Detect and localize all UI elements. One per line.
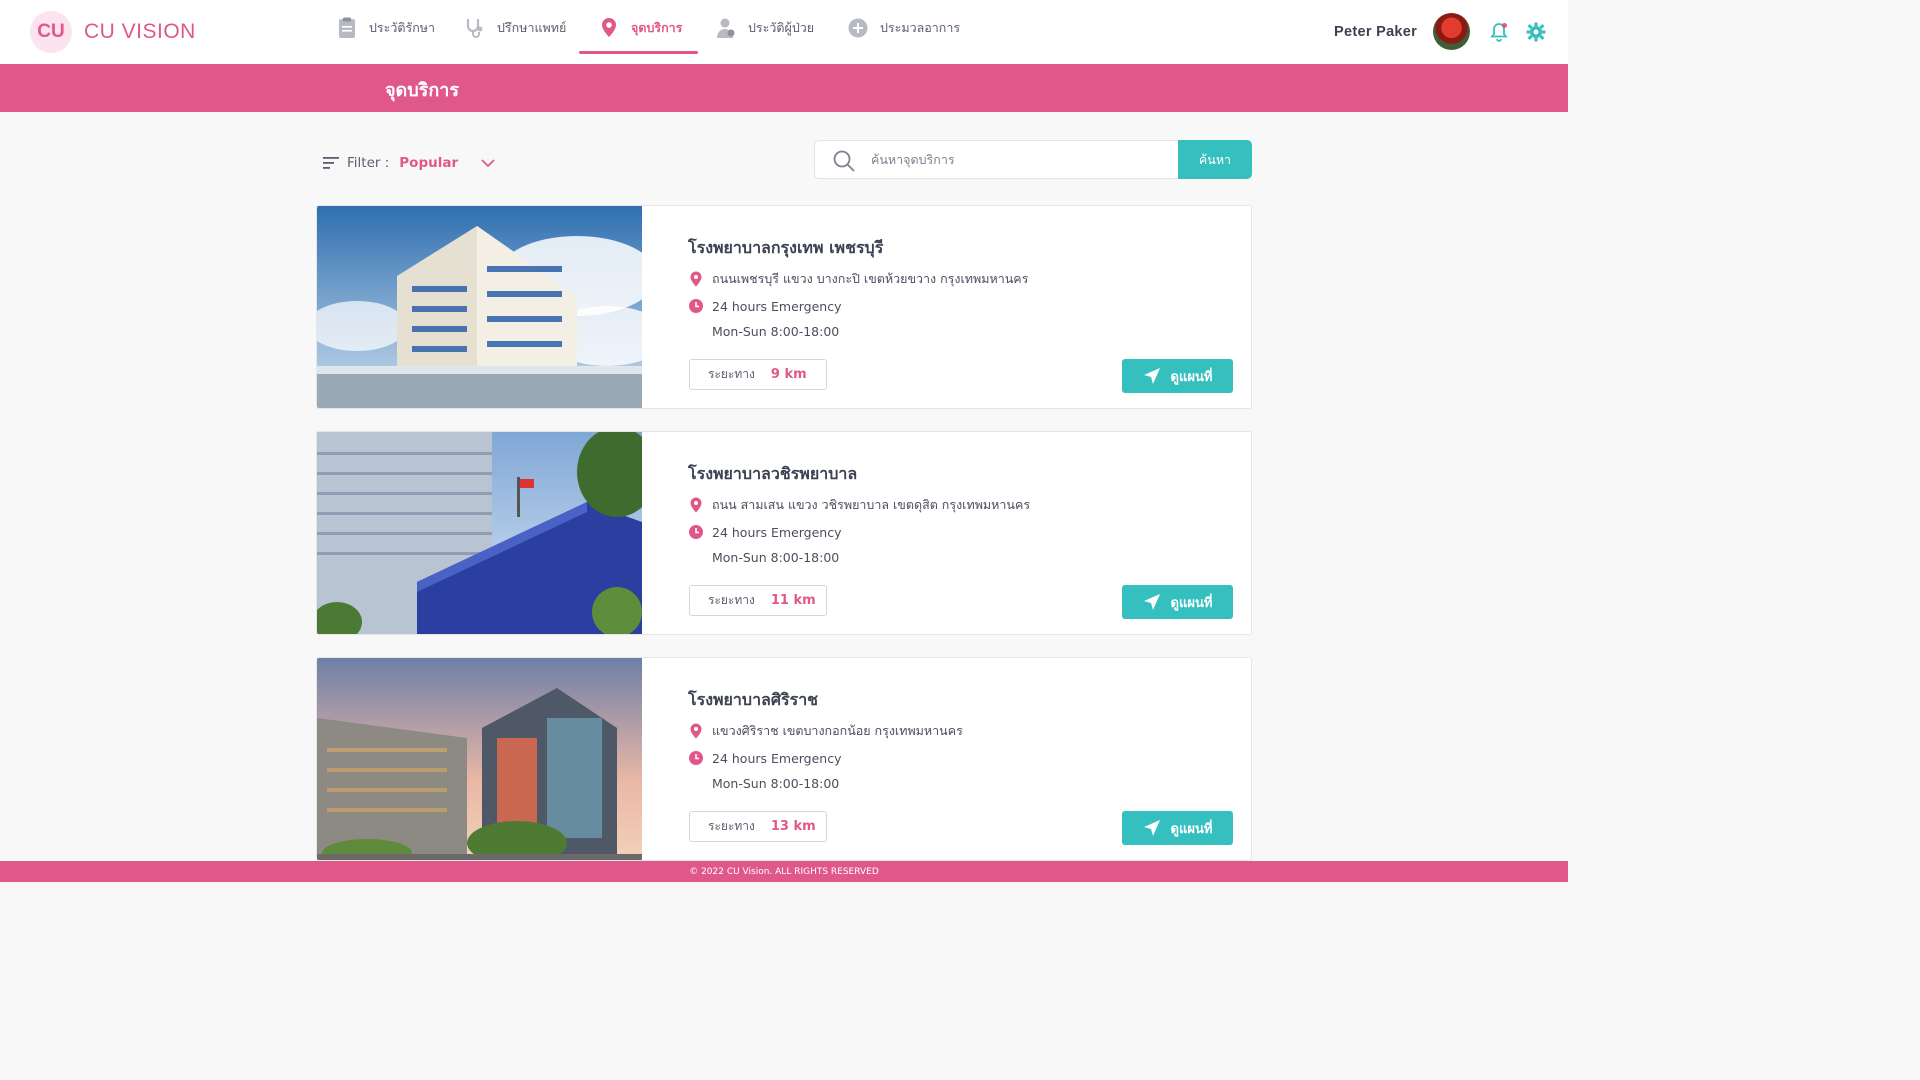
distance-label: ระยะทาง [708, 819, 755, 833]
nav-label: ปรึกษาแพทย์ [497, 20, 567, 35]
hospital-photo[interactable] [317, 206, 642, 409]
address-row: ถนน สามเสน แขวง วชิรพยาบาล เขตดุสิต กรุง… [688, 495, 1030, 515]
view-map-label: ดูแผนที่ [1170, 821, 1213, 837]
nav-item-symptom-processing[interactable]: ประมวลอาการ [848, 0, 960, 56]
clock-icon [689, 751, 703, 765]
location-pin-icon [690, 271, 702, 287]
distance-label: ระยะทาง [708, 593, 755, 607]
page-banner: จุดบริการ [0, 64, 1568, 112]
plus-circle-icon [848, 18, 868, 38]
distance-badge: ระยะทาง 13 km [689, 811, 827, 842]
service-hours-weekly: Mon-Sun 8:00-18:00 [712, 776, 840, 791]
top-navbar: CU CU VISION ประวัติรักษา ปรึกษาแพทย์ จุ… [0, 0, 1568, 64]
avatar[interactable] [1433, 13, 1470, 50]
service-name[interactable]: โรงพยาบาลวชิรพยาบาล [688, 462, 857, 487]
user-name[interactable]: Peter Paker [1334, 24, 1417, 40]
distance-label: ระยะทาง [708, 367, 755, 381]
navigation-arrow-icon [1143, 368, 1160, 384]
nav-item-service-points[interactable]: จุดบริการ [599, 0, 682, 56]
service-address: ถนน สามเสน แขวง วชิรพยาบาล เขตดุสิต กรุง… [712, 497, 1031, 512]
navigation-arrow-icon [1143, 594, 1160, 610]
service-hours: 24 hours Emergency [712, 298, 842, 314]
logo-badge[interactable]: CU [30, 11, 72, 53]
nav-label: จุดบริการ [631, 20, 683, 35]
filter-dropdown[interactable]: Filter : Popular [323, 155, 496, 171]
service-hours: 24 hours Emergency [712, 524, 842, 540]
search-icon [833, 150, 855, 172]
gear-icon[interactable] [1526, 22, 1546, 42]
service-card: โรงพยาบาลวชิรพยาบาล ถนน สามเสน แขวง วชิร… [316, 431, 1252, 635]
hours-row: 24 hours Emergency [688, 524, 842, 540]
view-map-button[interactable]: ดูแผนที่ [1122, 585, 1233, 619]
filter-lines-icon [323, 157, 339, 169]
view-map-button[interactable]: ดูแผนที่ [1122, 359, 1233, 393]
clock-icon [689, 525, 703, 539]
nav-label: ประมวลอาการ [880, 20, 961, 35]
nav-item-treatment-history[interactable]: ประวัติรักษา [337, 0, 435, 56]
view-map-label: ดูแผนที่ [1170, 369, 1213, 385]
location-pin-icon [690, 723, 702, 739]
service-address: แขวงศิริราช เขตบางกอกน้อย กรุงเทพมหานคร [712, 723, 963, 738]
service-card: โรงพยาบาลศิริราช แขวงศิริราช เขตบางกอกน้… [316, 657, 1252, 861]
distance-value: 13 km [770, 819, 816, 834]
active-tab-indicator [579, 51, 698, 54]
clipboard-icon [339, 17, 355, 38]
nav-label: ประวัติรักษา [369, 20, 436, 35]
stethoscope-icon [466, 19, 483, 38]
hospital-photo[interactable] [317, 658, 642, 861]
distance-badge: ระยะทาง 11 km [689, 585, 827, 616]
service-hours-weekly: Mon-Sun 8:00-18:00 [712, 550, 840, 565]
patient-icon [717, 18, 735, 38]
distance-value: 9 km [770, 367, 807, 382]
distance-badge: ระยะทาง 9 km [689, 359, 827, 390]
location-pin-icon [690, 497, 702, 513]
service-hours-weekly: Mon-Sun 8:00-18:00 [712, 324, 840, 339]
search-input[interactable] [871, 141, 1171, 178]
nav-label: ประวัติผู้ป่วย [748, 20, 815, 35]
service-card: โรงพยาบาลกรุงเทพ เพชรบุรี ถนนเพชรบุรี แข… [316, 205, 1252, 409]
distance-value: 11 km [770, 593, 816, 608]
filter-label: Filter : [347, 155, 390, 171]
service-name[interactable]: โรงพยาบาลศิริราช [688, 688, 818, 713]
hours-row: 24 hours Emergency [688, 750, 842, 766]
view-map-button[interactable]: ดูแผนที่ [1122, 811, 1233, 845]
footer: © 2022 CU Vision. ALL RIGHTS RESERVED [0, 861, 1568, 882]
address-row: ถนนเพชรบุรี แขวง บางกะปิ เขตห้วยขวาง กรุ… [688, 269, 1028, 289]
nav-item-consult-doctor[interactable]: ปรึกษาแพทย์ [465, 0, 566, 56]
search-box [814, 140, 1180, 179]
page-title: จุดบริการ [385, 80, 460, 101]
filter-value[interactable]: Popular [399, 155, 458, 171]
service-name[interactable]: โรงพยาบาลกรุงเทพ เพชรบุรี [688, 236, 883, 261]
hours-row: 24 hours Emergency [688, 298, 842, 314]
view-map-label: ดูแผนที่ [1170, 595, 1213, 611]
hospital-photo[interactable] [317, 432, 642, 635]
bell-icon[interactable] [1489, 22, 1509, 42]
search-button[interactable]: ค้นหา [1178, 140, 1252, 179]
clock-icon [689, 299, 703, 313]
navigation-arrow-icon [1143, 820, 1160, 836]
copyright-text: © 2022 CU Vision. ALL RIGHTS RESERVED [689, 866, 879, 877]
chevron-down-icon[interactable] [480, 158, 496, 168]
service-address: ถนนเพชรบุรี แขวง บางกะปิ เขตห้วยขวาง กรุ… [712, 271, 1029, 286]
service-hours: 24 hours Emergency [712, 750, 842, 766]
nav-item-patient-history[interactable]: ประวัติผู้ป่วย [716, 0, 814, 56]
app-name[interactable]: CU VISION [84, 20, 196, 44]
address-row: แขวงศิริราช เขตบางกอกน้อย กรุงเทพมหานคร [688, 721, 963, 741]
location-pin-icon [602, 18, 616, 37]
